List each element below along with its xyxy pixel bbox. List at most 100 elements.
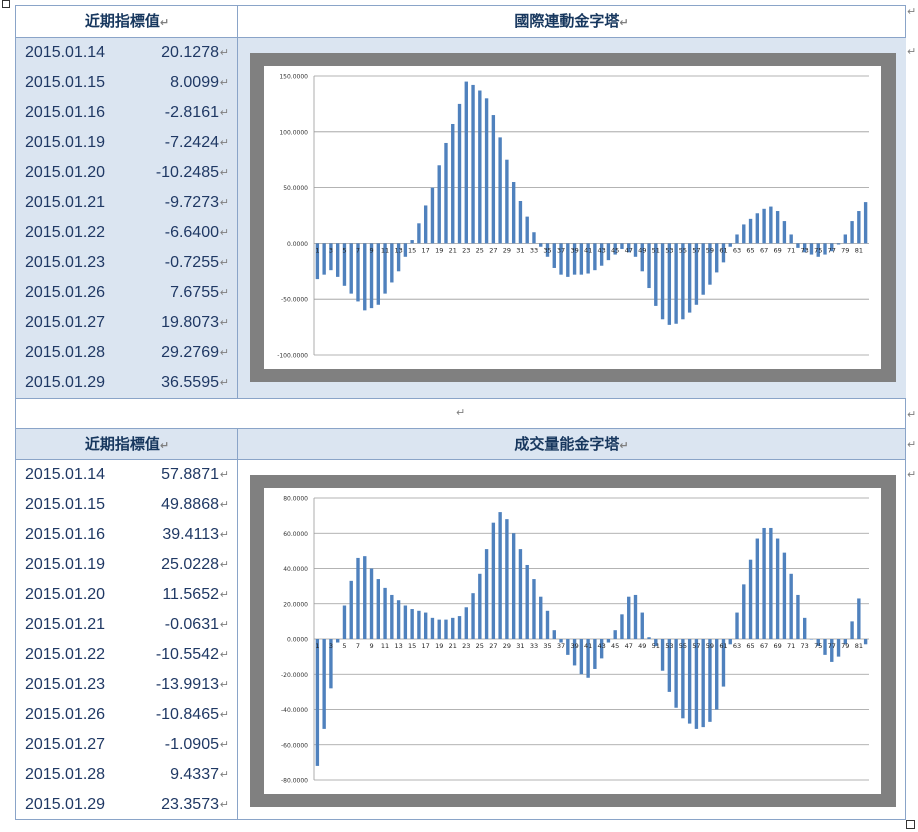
chart1-svg: 150.0000 100.0000 50.0000 0.0000 -50.0000 -10… [277,74,869,360]
y-tick-label: 40.0000 [283,566,308,573]
paragraph-mark: ↵ [219,799,229,811]
chart-bar [566,639,570,655]
x-tick-label: 15 [408,246,416,254]
x-tick-label: 5 [342,246,346,254]
table-resize-handle[interactable] [906,820,915,829]
x-tick-label: 73 [801,246,809,254]
x-tick-label: 33 [530,246,538,254]
chart-bar [363,243,367,311]
chart-bar [457,103,462,244]
chart-bar [701,639,705,728]
table-move-handle[interactable] [2,0,10,8]
chart-bar [511,182,516,244]
x-tick-label: 13 [394,642,402,650]
chart-bar [322,243,326,275]
chart-bar [498,512,502,639]
chart-bar [782,221,787,244]
chart-bar [715,639,719,710]
paragraph-mark: ↵ [219,257,229,269]
paragraph-mark: ↵ [219,377,229,389]
chart-bar [457,616,462,639]
paragraph-mark: ↵ [619,16,629,29]
row-value: 39.4113 [162,526,219,543]
chart-bar [484,549,489,639]
row-value: 9.4337 [170,766,219,783]
chart-bar [390,594,394,639]
x-tick-label: 63 [733,246,741,254]
x-tick-label: 41 [584,246,592,254]
chart-bar [403,243,408,257]
chart-bar [552,630,556,639]
paragraph-mark: ↵ [219,649,229,661]
y-tick-label: 100.0000 [279,129,308,136]
paragraph-mark: ↵ [219,739,229,751]
x-tick-label: 53 [665,246,673,254]
chart-bar [633,594,638,639]
y-tick-label: -80.0000 [281,778,308,785]
paragraph-mark: ↵ [219,107,229,119]
x-tick-label: 69 [773,642,781,650]
paragraph-mark: ↵ [456,407,466,419]
chart-bar [789,234,793,244]
chart-bar [539,596,543,639]
chart-bar [674,639,678,708]
x-tick-label: 45 [611,246,619,254]
paragraph-mark: ↵ [219,469,229,481]
chart-bar [383,587,387,639]
chart-bar [451,617,455,639]
chart-bar [606,639,611,643]
chart-bar [471,84,475,244]
x-tick-label: 17 [422,246,430,254]
chart-bar [376,579,380,639]
chart-bar [369,568,374,639]
chart-bar [823,243,827,255]
row-value: 8.0099 [170,74,219,91]
paragraph-mark: ↵ [219,347,229,359]
section2-chart-cell: 80.0000 60.0000 40.0000 20.0000 0.0000 -20.00… [238,460,906,820]
chart-bar [410,609,414,639]
chart-bar [843,234,848,244]
x-tick-label: 41 [584,642,592,650]
chart-bar [498,137,502,244]
x-tick-label: 75 [814,246,822,254]
section2-left-header-text: 近期指標值 [84,435,160,453]
chart-bar [430,187,435,244]
x-tick-label: 25 [476,246,484,254]
chart-bar [363,556,367,639]
chart-bar [762,527,766,639]
chart-bar [627,596,631,639]
y-tick-label: -60.0000 [281,742,308,749]
row-value: -10.8465 [155,706,219,723]
chart-bar [335,639,340,643]
x-tick-label: 7 [356,642,360,650]
value-row: 2015.01.22 -10.5542 ↵ [16,640,237,670]
chart1-plot-area: 150.0000 100.0000 50.0000 0.0000 -50.0000 -10… [264,66,881,369]
chart-bar [687,243,692,313]
x-tick-label: 27 [489,246,497,254]
x-tick-label: 43 [598,642,606,650]
section2-right-header: 成交量能金字塔↵ [238,429,905,460]
chart-bar [552,243,556,268]
chart-bar [742,584,746,639]
chart-bar [748,218,753,244]
chart-bar [539,243,543,247]
section1-left-header: 近期指標值↵ [16,6,238,38]
row-date: 2015.01.14 [25,44,106,61]
value-row: 2015.01.21 -9.7273 ↵ [16,188,237,218]
x-tick-label: 75 [814,642,822,650]
row-value: 57.8871 [161,466,219,483]
row-value: -2.8161 [164,104,219,121]
chart-bar [674,243,678,324]
y-tick-label: -40.0000 [281,707,308,714]
chart-bar [647,637,651,639]
x-tick-label: 77 [828,642,836,650]
chart-bar [430,617,435,639]
x-tick-label: 13 [394,246,402,254]
paragraph-mark: ↵ [219,227,229,239]
row-date: 2015.01.26 [25,706,106,723]
y-tick-label: 0.0000 [287,637,308,644]
section1-right-header: 國際連動金字塔↵ [238,6,905,38]
chart-bar [755,538,760,639]
chart-bar [525,564,529,639]
paragraph-mark: ↵ [219,709,229,721]
